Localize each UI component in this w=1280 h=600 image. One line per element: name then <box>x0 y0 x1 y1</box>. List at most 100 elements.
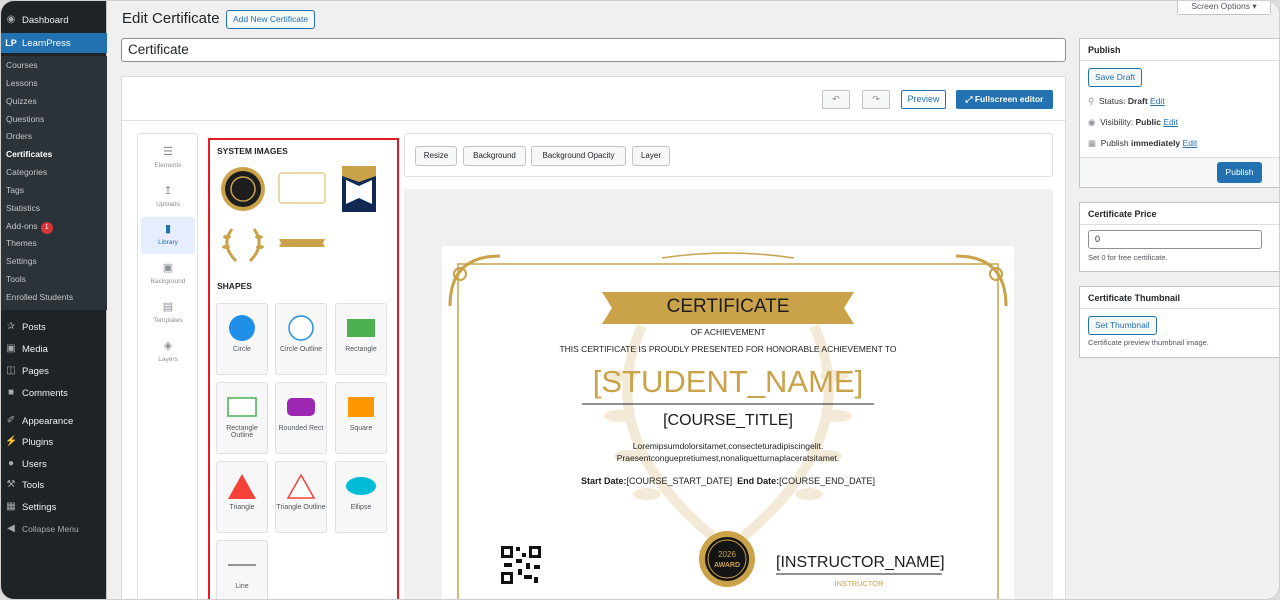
certificate-subtitle[interactable]: OF ACHIEVEMENT <box>442 327 1014 337</box>
laurel-wreath-image[interactable] <box>218 223 268 265</box>
circle-outline-shape-icon <box>288 315 314 341</box>
certificate-canvas[interactable]: CERTIFICATE OF ACHIEVEMENT THIS CERTIFIC… <box>442 246 1014 599</box>
description-line-2[interactable]: Praesentconguepretiumest,nonaliquetturna… <box>442 453 1014 463</box>
submenu-categories[interactable]: Categories <box>6 164 47 180</box>
submenu-themes[interactable]: Themes <box>6 235 37 251</box>
canvas-area: CERTIFICATE OF ACHIEVEMENT THIS CERTIFIC… <box>404 189 1053 599</box>
undo-icon: ↶ <box>832 94 840 104</box>
comment-icon: ■ <box>7 387 15 398</box>
course-title-field[interactable]: [COURSE_TITLE] <box>442 412 1014 430</box>
element-options-bar: Resize Background Background Opacity Lay… <box>404 133 1053 177</box>
pin-icon: ⚲ <box>1088 96 1095 106</box>
menu-comments[interactable]: ■ Comments <box>1 384 107 402</box>
shape-triangle-outline[interactable]: Triangle Outline <box>275 461 327 533</box>
navy-ribbon-image[interactable] <box>340 164 378 214</box>
instructor-name-field[interactable]: [INSTRUCTOR_NAME] <box>776 554 945 572</box>
menu-posts[interactable]: ✰ Posts <box>1 318 107 336</box>
dates-line[interactable]: Start Date:[COURSE_START_DATE] End Date:… <box>442 476 1014 486</box>
presented-text[interactable]: THIS CERTIFICATE IS PROUDLY PRESENTED FO… <box>442 344 1014 354</box>
layer-button[interactable]: Layer <box>632 146 670 166</box>
submenu-enrolled-students[interactable]: Enrolled Students <box>6 289 73 305</box>
menu-plugins[interactable]: ⚡ Plugins <box>1 433 107 451</box>
menu-tools[interactable]: ⚒ Tools <box>1 476 107 494</box>
undo-button[interactable]: ↶ <box>822 90 850 109</box>
award-label-text: AWARD <box>714 562 740 569</box>
thumbnail-help-text: Certificate preview thumbnail image. <box>1088 338 1209 347</box>
menu-dashboard[interactable]: ◉ Dashboard <box>1 11 107 29</box>
shape-square[interactable]: Square <box>335 382 387 454</box>
media-icon: ▣ <box>6 343 16 354</box>
square-shape-icon <box>348 397 374 417</box>
save-draft-button[interactable]: Save Draft <box>1088 68 1143 87</box>
shape-ellipse[interactable]: Ellipse <box>335 461 387 533</box>
background-opacity-button[interactable]: Background Opacity <box>531 146 626 166</box>
shape-rectangle[interactable]: Rectangle <box>335 303 387 375</box>
submenu-statistics[interactable]: Statistics <box>6 200 40 216</box>
description-line-1[interactable]: Loremipsumdolorsitamet,consecteturadipis… <box>442 441 1014 451</box>
submenu-tools[interactable]: Tools <box>6 271 26 287</box>
redo-icon: ↷ <box>872 94 880 104</box>
tool-library[interactable]: ▮ Library <box>141 217 195 254</box>
instructor-label[interactable]: INSTRUCTOR <box>776 579 942 588</box>
certificate-heading[interactable]: CERTIFICATE <box>442 296 1014 318</box>
menu-users[interactable]: ● Users <box>1 455 107 473</box>
shape-triangle[interactable]: Triangle <box>216 461 268 533</box>
tool-elements[interactable]: ☰ Elements <box>141 140 195 177</box>
gold-badge-image[interactable] <box>218 165 268 213</box>
menu-settings[interactable]: ▦ Settings <box>1 498 107 516</box>
editor-toolbar: ↶ ↷ Preview ⤢ Fullscreen editor <box>122 77 1065 121</box>
redo-button[interactable]: ↷ <box>862 90 890 109</box>
shape-rectangle-outline[interactable]: Rectangle Outline <box>216 382 268 454</box>
shape-circle[interactable]: Circle <box>216 303 268 375</box>
tool-templates[interactable]: ▤ Templates <box>141 295 195 332</box>
price-input[interactable]: 0 <box>1088 230 1262 249</box>
resize-button[interactable]: Resize <box>415 146 457 166</box>
edit-publish-time-link[interactable]: Edit <box>1183 138 1198 148</box>
document-icon: ▤ <box>162 301 174 313</box>
menu-appearance[interactable]: ✐ Appearance <box>1 412 107 430</box>
tool-layers[interactable]: ◈ Layers <box>141 334 195 371</box>
set-thumbnail-button[interactable]: Set Thumbnail <box>1088 316 1157 335</box>
publish-heading: Publish <box>1080 39 1279 61</box>
edit-status-link[interactable]: Edit <box>1150 96 1165 106</box>
submenu-orders[interactable]: Orders <box>6 128 32 144</box>
screen-options-toggle[interactable]: Screen Options ▾ <box>1177 1 1271 15</box>
submenu-courses[interactable]: Courses <box>6 57 38 73</box>
certificate-title-input[interactable]: Certificate <box>121 38 1066 62</box>
shape-line[interactable]: Line <box>216 540 268 599</box>
collapse-menu[interactable]: ◀ Collapse Menu <box>1 520 107 538</box>
background-button[interactable]: Background <box>463 146 526 166</box>
publish-time-row: ▦ Publish immediately Edit <box>1088 138 1198 148</box>
calendar-icon: ▦ <box>1088 138 1097 148</box>
tool-uploads[interactable]: ↥ Uploads <box>141 179 195 216</box>
shape-rounded-rect[interactable]: Rounded Rect <box>275 382 327 454</box>
collapse-icon: ◀ <box>7 523 15 534</box>
shape-circle-outline[interactable]: Circle Outline <box>275 303 327 375</box>
publish-button[interactable]: Publish <box>1217 162 1262 183</box>
submenu-questions[interactable]: Questions <box>6 111 44 127</box>
rectangle-outline-shape-icon <box>227 397 257 417</box>
preview-button[interactable]: Preview <box>901 90 946 109</box>
submenu-settings[interactable]: Settings <box>6 253 37 269</box>
submenu-quizzes[interactable]: Quizzes <box>6 93 37 109</box>
tool-background[interactable]: ▣ Background <box>141 256 195 293</box>
submenu-addons[interactable]: Add-ons 1 <box>6 218 53 234</box>
award-badge[interactable]: 2026 AWARD <box>695 529 759 589</box>
add-new-certificate-button[interactable]: Add New Certificate <box>226 10 316 29</box>
dashboard-icon: ◉ <box>6 14 16 25</box>
student-name-field[interactable]: [STUDENT_NAME] <box>442 364 1014 400</box>
submenu-certificates[interactable]: Certificates <box>6 146 52 162</box>
gold-banner-image[interactable] <box>277 235 327 251</box>
fullscreen-editor-button[interactable]: ⤢ Fullscreen editor <box>956 90 1053 109</box>
brush-icon: ✐ <box>6 415 16 426</box>
submenu-lessons[interactable]: Lessons <box>6 75 38 91</box>
qr-code[interactable] <box>500 545 542 585</box>
menu-media[interactable]: ▣ Media <box>1 340 107 358</box>
admin-sidebar: ◉ Dashboard LP LearnPress Courses Lessons … <box>1 1 107 599</box>
gold-frame-image[interactable] <box>277 170 327 206</box>
menu-learnpress[interactable]: LP LearnPress <box>1 33 107 53</box>
menu-pages[interactable]: ◫ Pages <box>1 362 107 380</box>
award-year-text: 2026 <box>718 550 736 559</box>
submenu-tags[interactable]: Tags <box>6 182 24 198</box>
edit-visibility-link[interactable]: Edit <box>1163 117 1178 127</box>
